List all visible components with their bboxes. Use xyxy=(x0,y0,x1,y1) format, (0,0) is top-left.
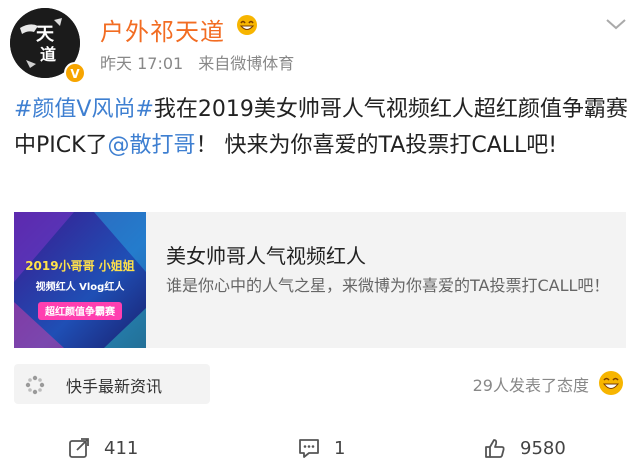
more-options-button[interactable] xyxy=(605,16,627,30)
grin-emoji-icon xyxy=(598,370,624,396)
repost-button[interactable]: 411 xyxy=(68,434,138,462)
like-count: 9580 xyxy=(520,437,566,459)
source-tag-label: 快手最新资讯 xyxy=(66,377,163,396)
author-name[interactable]: 户外祁天道 xyxy=(100,12,225,47)
chevron-down-icon xyxy=(606,19,626,30)
link-card[interactable]: 2019小哥哥 小姐姐 视频红人 Vlog红人 超红颜值争霸赛 美女帅哥人气视频… xyxy=(14,212,626,348)
thumb-text-1: 2019小哥哥 小姐姐 xyxy=(25,258,135,273)
verified-badge-icon: V xyxy=(64,62,86,84)
action-bar: 411 1 9580 xyxy=(0,428,641,468)
like-button[interactable]: 9580 xyxy=(484,434,566,462)
timestamp: 昨天 17:01 xyxy=(100,54,184,73)
thumbs-up-icon xyxy=(485,439,505,458)
svg-text:V: V xyxy=(70,67,80,81)
card-description: 谁是你心中的人气之星，来微博为你喜爱的TA投票打CALL吧！ xyxy=(166,276,610,295)
post-source[interactable]: 来自微博体育 xyxy=(198,54,294,73)
post-content: #颜值V风尚#我在2019美女帅哥人气视频红人超红颜值争霸赛中PICK了@散打哥… xyxy=(14,92,630,164)
comment-count: 1 xyxy=(334,437,346,459)
share-icon xyxy=(69,438,89,458)
source-tag-button[interactable]: 快手最新资讯 xyxy=(14,364,210,404)
comment-icon xyxy=(299,439,319,458)
thumb-text-3: 超红颜值争霸赛 xyxy=(44,305,116,318)
comment-button[interactable]: 1 xyxy=(298,434,345,462)
kuaishou-dots-icon xyxy=(24,374,46,396)
card-thumbnail: 2019小哥哥 小姐姐 视频红人 Vlog红人 超红颜值争霸赛 xyxy=(14,212,146,348)
avatar-text-2: 道 xyxy=(40,45,56,64)
avatar[interactable]: 天 道 V xyxy=(10,8,86,84)
card-title: 美女帅哥人气视频红人 xyxy=(166,244,366,268)
mention-link[interactable]: @散打哥 xyxy=(108,133,196,158)
avatar-text-1: 天 xyxy=(36,24,55,45)
post-meta: 昨天 17:01 来自微博体育 xyxy=(100,50,304,74)
smile-emoji-icon xyxy=(236,14,258,36)
repost-count: 411 xyxy=(104,437,139,459)
post-header: 天 道 V 户外祁天道 昨天 17:01 来自微博体育 xyxy=(0,0,641,92)
topic-link[interactable]: #颜值V风尚# xyxy=(14,97,154,122)
content-text-2: ！ 快来为你喜爱的TA投票打CALL吧! xyxy=(195,133,558,158)
attitude-text[interactable]: 29人发表了态度 xyxy=(473,372,589,396)
thumb-text-2: 视频红人 Vlog红人 xyxy=(36,280,126,293)
